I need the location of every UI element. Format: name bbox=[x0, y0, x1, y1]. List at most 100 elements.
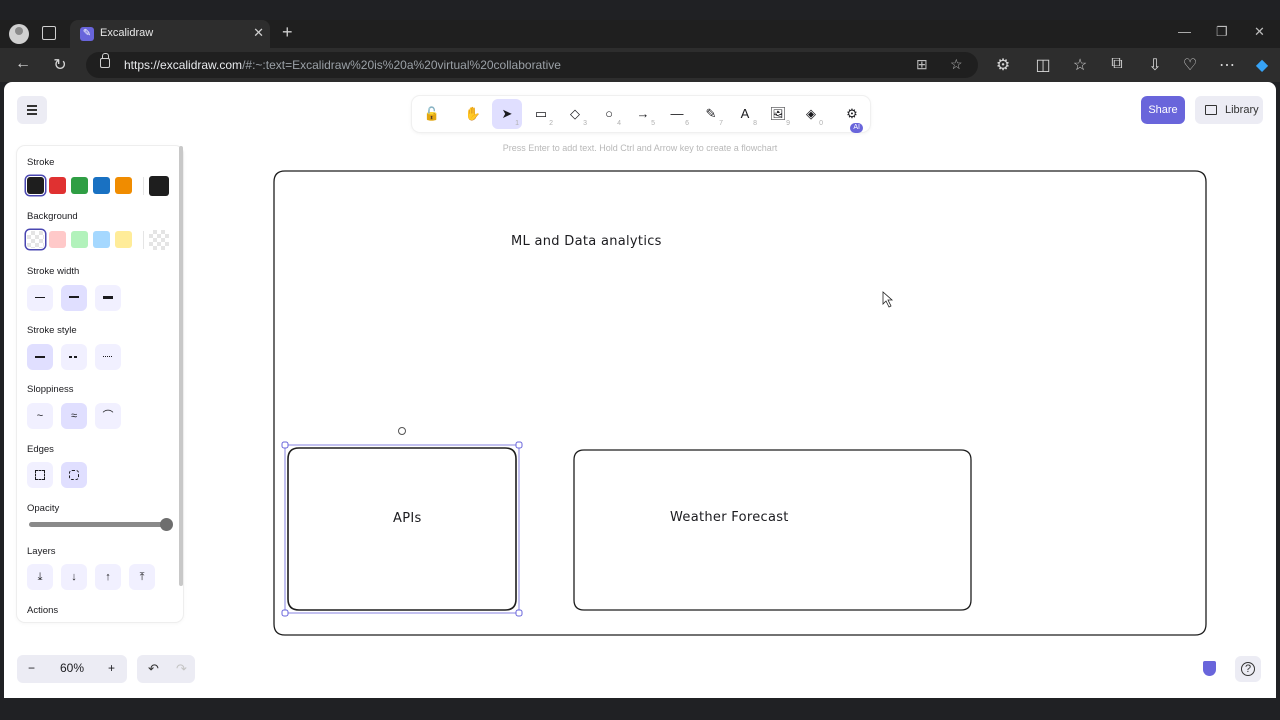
hand-tool[interactable]: ✋ bbox=[458, 99, 488, 129]
address-bar[interactable]: https://excalidraw.com/#:~:text=Excalidr… bbox=[86, 52, 978, 78]
stroke-style-dotted[interactable] bbox=[95, 344, 121, 370]
stroke-color-swatch[interactable] bbox=[71, 177, 88, 194]
opacity-slider-track[interactable] bbox=[29, 522, 169, 527]
encryption-shield-icon[interactable] bbox=[1203, 661, 1216, 676]
draw-tool-icon: ✎ bbox=[705, 106, 717, 121]
send-backward-button[interactable]: ↓ bbox=[61, 564, 87, 590]
profile-avatar[interactable] bbox=[9, 24, 29, 44]
stroke-style-solid[interactable] bbox=[27, 344, 53, 370]
new-tab-button[interactable]: + bbox=[282, 22, 293, 43]
url-text[interactable]: https://excalidraw.com/#:~:text=Excalidr… bbox=[124, 58, 561, 72]
background-color-swatch[interactable] bbox=[27, 231, 44, 248]
collections-icon[interactable]: ⧉ bbox=[1108, 55, 1126, 73]
arrow-tool[interactable]: → 5 bbox=[628, 99, 658, 129]
panel-scrollbar[interactable] bbox=[179, 146, 183, 586]
background-color-swatch[interactable] bbox=[93, 231, 110, 248]
ai-tools[interactable]: ⚙ AI bbox=[837, 99, 867, 133]
zoom-in-button[interactable]: + bbox=[108, 661, 115, 675]
selection-tool[interactable]: ➤ 1 bbox=[492, 99, 522, 129]
stroke-color-swatch[interactable] bbox=[93, 177, 110, 194]
back-icon[interactable]: ← bbox=[14, 55, 32, 73]
bring-forward-button[interactable]: ↑ bbox=[95, 564, 121, 590]
eraser-tool[interactable]: ◈ 0 bbox=[796, 99, 826, 129]
flowchart-hint: Press Enter to add text. Hold Ctrl and A… bbox=[502, 143, 778, 153]
zoom-out-button[interactable]: − bbox=[28, 661, 35, 675]
stroke-color-swatch[interactable] bbox=[115, 177, 132, 194]
sharp-corners-icon bbox=[35, 470, 45, 480]
stroke-color-swatch[interactable] bbox=[49, 177, 66, 194]
background-current-color[interactable] bbox=[149, 230, 169, 250]
background-color-swatch[interactable] bbox=[115, 231, 132, 248]
library-book-icon bbox=[1205, 105, 1217, 115]
eraser-tool-icon: ◈ bbox=[806, 106, 816, 121]
diamond-tool[interactable]: ◇ 3 bbox=[560, 99, 590, 129]
url-host: https://excalidraw.com bbox=[124, 58, 243, 72]
restore-button[interactable]: ❐ bbox=[1216, 24, 1228, 40]
text-tool[interactable]: A8 bbox=[730, 99, 760, 129]
apis-label[interactable]: APIs bbox=[393, 511, 422, 526]
sloppiness-artist[interactable]: ≈ bbox=[61, 403, 87, 429]
undo-button[interactable]: ↶ bbox=[148, 661, 159, 677]
stroke-width-extra-bold[interactable] bbox=[95, 285, 121, 311]
stroke-style-dashed[interactable] bbox=[61, 344, 87, 370]
tab-close-icon[interactable]: ✕ bbox=[253, 25, 264, 41]
stroke-width-bold[interactable] bbox=[61, 285, 87, 311]
tab-excalidraw[interactable]: ✎ Excalidraw ✕ bbox=[70, 20, 270, 48]
edges-round[interactable] bbox=[61, 462, 87, 488]
weather-forecast-box bbox=[573, 449, 972, 611]
browser-essentials-icon[interactable]: ♡ bbox=[1181, 55, 1199, 75]
close-window-button[interactable]: ✕ bbox=[1254, 24, 1265, 40]
properties-panel: Stroke Background Stroke width Stroke st… bbox=[17, 146, 183, 622]
minimize-button[interactable]: — bbox=[1178, 24, 1191, 39]
stroke-width-thin[interactable] bbox=[27, 285, 53, 311]
divider bbox=[143, 231, 144, 249]
text-tool-icon: A bbox=[740, 106, 750, 121]
ai-badge: AI bbox=[850, 123, 863, 133]
background-color-swatch[interactable] bbox=[71, 231, 88, 248]
weather-forecast-label[interactable]: Weather Forecast bbox=[670, 510, 789, 525]
extensions-icon[interactable]: ⚙ bbox=[994, 55, 1012, 75]
copilot-icon[interactable]: ◆ bbox=[1253, 55, 1271, 75]
share-button[interactable]: Share bbox=[1141, 96, 1185, 124]
downloads-icon[interactable]: ⇩ bbox=[1146, 55, 1164, 75]
edges-sharp[interactable] bbox=[27, 462, 53, 488]
stroke-color-swatch[interactable] bbox=[27, 177, 44, 194]
refresh-icon[interactable]: ↻ bbox=[51, 55, 69, 75]
draw-tool[interactable]: ✎ 7 bbox=[696, 99, 726, 129]
app-available-icon[interactable]: ⊞ bbox=[916, 56, 928, 73]
opacity-slider-thumb[interactable] bbox=[160, 518, 173, 531]
lock-tool[interactable]: 🔓 bbox=[417, 99, 447, 129]
background-color-swatch[interactable] bbox=[49, 231, 66, 248]
resize-handle-ne bbox=[515, 441, 523, 449]
shortcut-key: 6 bbox=[685, 120, 689, 127]
more-menu-icon[interactable]: ⋯ bbox=[1218, 55, 1236, 75]
stroke-style-title: Stroke style bbox=[27, 325, 77, 336]
divider bbox=[143, 177, 144, 195]
library-button[interactable]: Library bbox=[1195, 96, 1263, 124]
rectangle-tool[interactable]: ▭ 2 bbox=[526, 99, 556, 129]
shortcut-key: 9 bbox=[786, 120, 790, 127]
image-tool[interactable]: 🖼 9 bbox=[763, 99, 793, 129]
sloppiness-architect[interactable]: ~ bbox=[27, 403, 53, 429]
send-backward-icon: ↓ bbox=[71, 571, 77, 583]
ai-tools-icon: ⚙ bbox=[846, 106, 858, 121]
sloppiness-title: Sloppiness bbox=[27, 384, 74, 395]
bring-to-front-button[interactable]: ⤒ bbox=[129, 564, 155, 590]
redo-button[interactable]: ↷ bbox=[176, 661, 187, 677]
send-to-back-button[interactable]: ⤓ bbox=[27, 564, 53, 590]
sloppiness-cartoonist[interactable]: ⌒ bbox=[95, 403, 121, 429]
favorites-icon[interactable]: ☆ bbox=[1071, 55, 1089, 75]
tab-actions-icon[interactable] bbox=[42, 26, 56, 40]
canvas-title-text[interactable]: ML and Data analytics bbox=[511, 234, 662, 249]
sloppiness-artist-icon: ≈ bbox=[70, 410, 78, 422]
split-screen-icon[interactable]: ◫ bbox=[1034, 55, 1052, 75]
line-tool[interactable]: —6 bbox=[662, 99, 692, 129]
drawing-canvas[interactable] bbox=[4, 82, 1276, 698]
help-button[interactable]: ? bbox=[1235, 656, 1261, 682]
zoom-level[interactable]: 60% bbox=[60, 661, 84, 675]
main-menu-button[interactable] bbox=[17, 96, 47, 124]
stroke-current-color[interactable] bbox=[149, 176, 169, 196]
lock-icon[interactable] bbox=[100, 53, 110, 68]
favorite-star-icon[interactable]: ☆ bbox=[950, 56, 963, 73]
ellipse-tool[interactable]: ○ 4 bbox=[594, 99, 624, 129]
